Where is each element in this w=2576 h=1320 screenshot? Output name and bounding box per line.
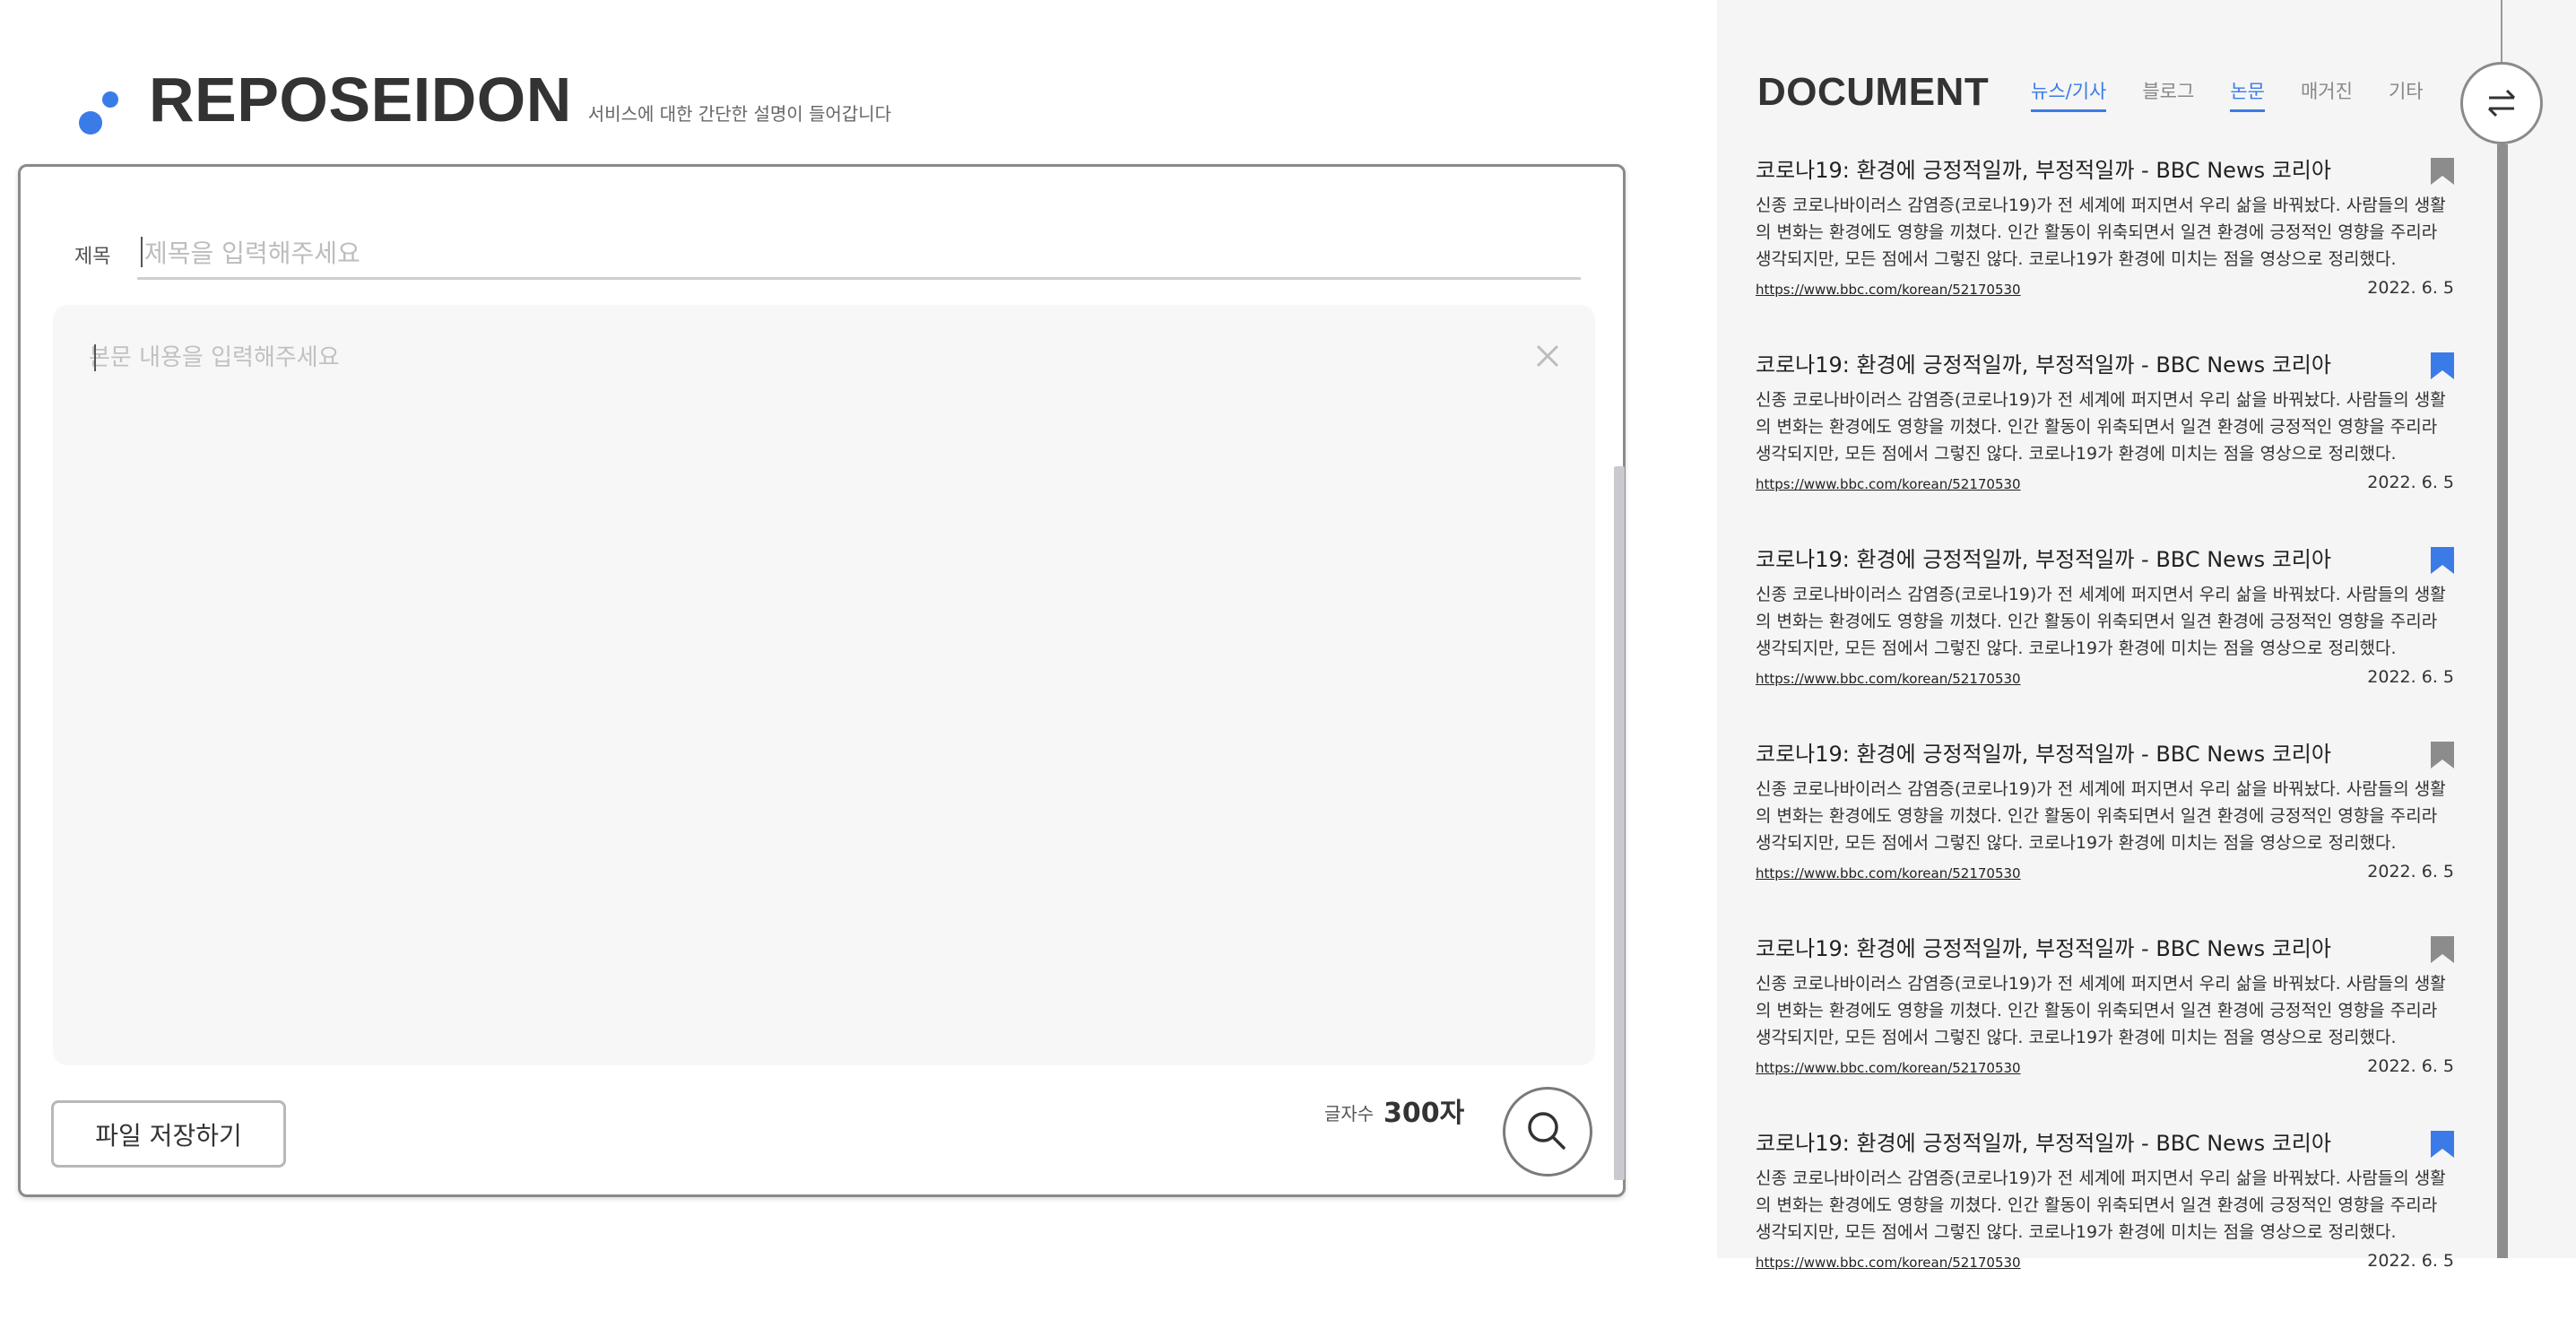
editor-card: 제목 파일 저장하기 글자수 300자 xyxy=(18,164,1626,1197)
bookmark-icon[interactable] xyxy=(2431,158,2454,185)
tab-etc[interactable]: 기타 xyxy=(2389,77,2424,112)
title-input[interactable] xyxy=(137,235,1581,271)
text-caret xyxy=(94,344,96,371)
panel-toggle-button[interactable] xyxy=(2460,62,2543,144)
document-date: 2022. 6. 5 xyxy=(2367,862,2454,881)
document-title[interactable]: 코로나19: 환경에 긍정적일까, 부정적일까 - BBC News 코리아 xyxy=(1756,736,2459,772)
document-link[interactable]: https://www.bbc.com/korean/52170530 xyxy=(1756,865,2021,881)
document-footer: https://www.bbc.com/korean/52170530 2022… xyxy=(1756,276,2459,301)
panel-scrollbar[interactable] xyxy=(2497,144,2508,1258)
document-summary: 신종 코로나바이러스 감염증(코로나19)가 전 세계에 퍼지면서 우리 삶을 … xyxy=(1756,1168,2446,1242)
document-footer: https://www.bbc.com/korean/52170530 2022… xyxy=(1756,471,2459,496)
bookmark-icon[interactable] xyxy=(2431,1131,2454,1158)
title-label: 제목 xyxy=(74,246,111,268)
document-date: 2022. 6. 5 xyxy=(2367,667,2454,687)
logo-dots-icon xyxy=(75,77,122,135)
document-link[interactable]: https://www.bbc.com/korean/52170530 xyxy=(1756,282,2021,298)
document-summary: 신종 코로나바이러스 감염증(코로나19)가 전 세계에 퍼지면서 우리 삶을 … xyxy=(1756,974,2446,1047)
char-count-label: 글자수 xyxy=(1324,1103,1375,1125)
tab-news[interactable]: 뉴스/기사 xyxy=(2031,77,2107,112)
document-date: 2022. 6. 5 xyxy=(2367,278,2454,298)
document-list: 코로나19: 환경에 긍정적일까, 부정적일까 - BBC News 코리아 신… xyxy=(1756,152,2459,1320)
document-title[interactable]: 코로나19: 환경에 긍정적일까, 부정적일까 - BBC News 코리아 xyxy=(1756,1125,2459,1161)
search-button[interactable] xyxy=(1503,1087,1592,1177)
app-header: REPOSEIDON 서비스에 대한 간단한 설명이 들어갑니다 xyxy=(75,59,891,135)
document-summary: 신종 코로나바이러스 감염증(코로나19)가 전 세계에 퍼지면서 우리 삶을 … xyxy=(1756,390,2446,464)
app-description: 서비스에 대한 간단한 설명이 들어갑니다 xyxy=(587,103,891,125)
document-summary: 신종 코로나바이러스 감염증(코로나19)가 전 세계에 퍼지면서 우리 삶을 … xyxy=(1756,779,2446,853)
tab-magazine[interactable]: 매거진 xyxy=(2301,77,2353,112)
bookmark-icon[interactable] xyxy=(2431,547,2454,574)
body-scrollbar[interactable] xyxy=(1614,466,1625,1180)
document-item[interactable]: 코로나19: 환경에 긍정적일까, 부정적일까 - BBC News 코리아 신… xyxy=(1756,347,2459,542)
document-title[interactable]: 코로나19: 환경에 긍정적일까, 부정적일까 - BBC News 코리아 xyxy=(1756,542,2459,578)
bookmark-icon[interactable] xyxy=(2431,742,2454,769)
document-date: 2022. 6. 5 xyxy=(2367,1251,2454,1271)
document-summary: 신종 코로나바이러스 감염증(코로나19)가 전 세계에 퍼지면서 우리 삶을 … xyxy=(1756,585,2446,658)
divider-line xyxy=(2501,0,2502,62)
document-item[interactable]: 코로나19: 환경에 긍정적일까, 부정적일까 - BBC News 코리아 신… xyxy=(1756,1125,2459,1320)
document-link[interactable]: https://www.bbc.com/korean/52170530 xyxy=(1756,1060,2021,1076)
document-date: 2022. 6. 5 xyxy=(2367,1056,2454,1076)
swap-arrows-icon xyxy=(2487,89,2516,117)
document-date: 2022. 6. 5 xyxy=(2367,473,2454,492)
tab-blog[interactable]: 블로그 xyxy=(2142,77,2194,112)
document-footer: https://www.bbc.com/korean/52170530 2022… xyxy=(1756,1055,2459,1080)
document-item[interactable]: 코로나19: 환경에 긍정적일까, 부정적일까 - BBC News 코리아 신… xyxy=(1756,542,2459,736)
document-link[interactable]: https://www.bbc.com/korean/52170530 xyxy=(1756,671,2021,687)
category-tabs: 뉴스/기사 블로그 논문 매거진 기타 xyxy=(2031,77,2459,112)
document-item[interactable]: 코로나19: 환경에 긍정적일까, 부정적일까 - BBC News 코리아 신… xyxy=(1756,152,2459,347)
document-item[interactable]: 코로나19: 환경에 긍정적일까, 부정적일까 - BBC News 코리아 신… xyxy=(1756,736,2459,931)
search-icon xyxy=(1528,1112,1566,1150)
document-footer: https://www.bbc.com/korean/52170530 2022… xyxy=(1756,860,2459,885)
panel-title: DOCUMENT xyxy=(1757,70,1990,114)
title-row: 제목 xyxy=(74,224,1599,282)
document-title[interactable]: 코로나19: 환경에 긍정적일까, 부정적일까 - BBC News 코리아 xyxy=(1756,152,2459,188)
title-input-box xyxy=(137,224,1581,280)
body-textarea[interactable] xyxy=(89,339,1487,1020)
close-icon[interactable] xyxy=(1534,343,1561,369)
document-link[interactable]: https://www.bbc.com/korean/52170530 xyxy=(1756,1255,2021,1271)
document-title[interactable]: 코로나19: 환경에 긍정적일까, 부정적일까 - BBC News 코리아 xyxy=(1756,931,2459,967)
char-count-value: 300자 xyxy=(1383,1098,1465,1129)
document-footer: https://www.bbc.com/korean/52170530 2022… xyxy=(1756,1249,2459,1274)
document-footer: https://www.bbc.com/korean/52170530 2022… xyxy=(1756,665,2459,690)
bookmark-icon[interactable] xyxy=(2431,352,2454,379)
bookmark-icon[interactable] xyxy=(2431,936,2454,963)
document-title[interactable]: 코로나19: 환경에 긍정적일까, 부정적일까 - BBC News 코리아 xyxy=(1756,347,2459,383)
app-name: REPOSEIDON xyxy=(149,65,572,135)
document-link[interactable]: https://www.bbc.com/korean/52170530 xyxy=(1756,476,2021,492)
document-item[interactable]: 코로나19: 환경에 긍정적일까, 부정적일까 - BBC News 코리아 신… xyxy=(1756,931,2459,1125)
tab-paper[interactable]: 논문 xyxy=(2230,77,2265,112)
save-file-button[interactable]: 파일 저장하기 xyxy=(51,1100,286,1168)
document-summary: 신종 코로나바이러스 감염증(코로나19)가 전 세계에 퍼지면서 우리 삶을 … xyxy=(1756,195,2446,269)
text-caret xyxy=(141,237,143,267)
body-area xyxy=(53,305,1625,1180)
